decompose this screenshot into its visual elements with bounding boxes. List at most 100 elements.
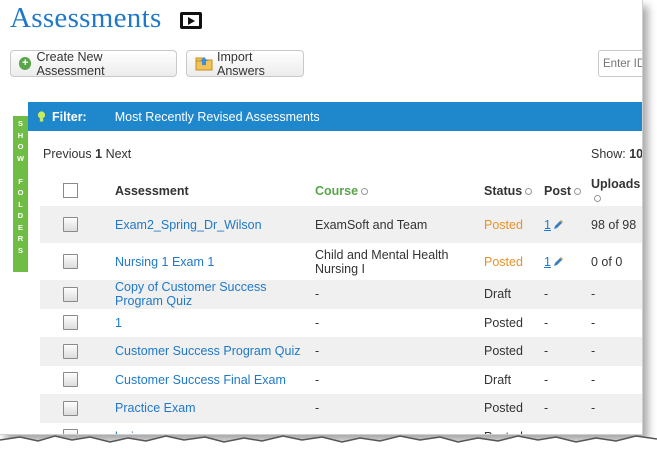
row-select-cell <box>40 280 115 309</box>
page-size-selected: 10 <box>629 147 643 161</box>
post-cell: - <box>544 280 591 309</box>
post-cell: - <box>544 337 591 366</box>
row-select-cell <box>40 206 115 243</box>
assessments-table: Assessment Course Status Post Uploads Ex… <box>40 175 642 434</box>
table-row: Customer Success Program Quiz - Posted -… <box>40 337 642 366</box>
row-checkbox[interactable] <box>63 315 78 331</box>
course-cell: - <box>315 280 484 309</box>
import-answers-button[interactable]: Import Answers <box>186 49 304 78</box>
assessment-link[interactable]: Nursing 1 Exam 1 <box>115 243 315 280</box>
sidebar-letter <box>13 164 28 176</box>
post-cell: - <box>544 372 549 387</box>
previous-page-link[interactable]: Previous <box>43 147 92 161</box>
assessment-link[interactable]: 1 <box>115 309 315 338</box>
sidebar-letter: O <box>17 142 24 151</box>
row-checkbox[interactable] <box>63 217 78 232</box>
uploads-cell: - <box>591 372 596 387</box>
uploads-cell: 0 of 0 <box>591 254 623 269</box>
sidebar-letter: L <box>18 199 23 209</box>
sort-icon <box>361 187 369 195</box>
page-size-selector: Show: 10 | 25 <box>591 147 643 161</box>
uploads-cell: - <box>591 337 642 366</box>
status-cell: Posted <box>484 206 544 243</box>
table-header-row: Assessment Course Status Post Uploads <box>40 175 642 206</box>
assessment-link[interactable]: Customer Success Final Exam <box>115 366 315 395</box>
course-cell: - <box>315 372 320 387</box>
post-count-link[interactable]: 1 <box>544 255 551 269</box>
row-select-cell <box>40 366 115 395</box>
plus-icon: + <box>19 57 32 70</box>
table-row: 1 - Posted - - <box>40 309 642 338</box>
page-title: Assessments <box>10 2 162 34</box>
filter-label: Filter: <box>52 109 87 124</box>
header-status[interactable]: Status <box>484 175 544 206</box>
course-cell: - <box>315 394 484 423</box>
post-count-link[interactable]: 1 <box>544 218 551 232</box>
sidebar-letter: W <box>16 153 25 163</box>
header-post[interactable]: Post <box>544 175 591 206</box>
post-cell: 1 <box>544 206 591 243</box>
import-button-label: Import Answers <box>217 49 265 78</box>
app-window: Assessments + Create New Assessment Impo… <box>0 0 643 435</box>
row-checkbox[interactable] <box>63 343 78 359</box>
header-uploads[interactable]: Uploads <box>591 175 642 206</box>
header-assessment[interactable]: Assessment <box>115 175 315 206</box>
row-checkbox[interactable] <box>63 286 78 302</box>
folder-import-icon <box>195 56 213 71</box>
row-checkbox[interactable] <box>63 372 78 388</box>
header-course[interactable]: Course <box>315 175 484 206</box>
filter-bar[interactable]: Filter: Most Recently Revised Assessment… <box>28 102 642 131</box>
assessment-link[interactable]: Copy of Customer Success Program Quiz <box>115 280 315 309</box>
sidebar-letter: S <box>17 245 23 255</box>
sidebar-letter: H <box>17 130 24 140</box>
row-select-cell <box>40 243 115 280</box>
select-all-checkbox[interactable] <box>63 183 78 198</box>
course-cell: Child and Mental Health Nursing I <box>315 247 449 276</box>
pencil-icon[interactable] <box>552 256 564 268</box>
sort-icon <box>594 194 601 202</box>
sidebar-letter: R <box>17 234 24 243</box>
post-cell: 1 <box>544 243 591 280</box>
status-cell: Posted <box>484 315 523 330</box>
assessment-link[interactable]: Customer Success Program Quiz <box>115 337 315 366</box>
sidebar-letter: D <box>17 211 24 220</box>
uploads-cell: - <box>591 280 642 309</box>
table-row: Exam2_Spring_Dr_Wilson ExamSoft and Team… <box>40 206 642 243</box>
course-cell: - <box>315 315 320 330</box>
status-cell: Posted <box>484 394 544 423</box>
status-cell: Posted <box>484 254 523 269</box>
uploads-cell: 98 of 98 <box>591 206 642 243</box>
torn-edge <box>0 435 657 450</box>
create-new-assessment-button[interactable]: + Create New Assessment <box>10 49 177 78</box>
sidebar-letter: E <box>17 222 23 232</box>
show-label: Show: <box>591 147 626 161</box>
video-tutorial-icon[interactable] <box>180 12 202 29</box>
row-select-cell <box>40 309 115 338</box>
pagination: Previous 1 Next <box>43 147 131 161</box>
filter-value[interactable]: Most Recently Revised Assessments <box>115 110 320 124</box>
status-cell: Draft <box>484 372 512 387</box>
create-button-label: Create New Assessment <box>36 49 105 78</box>
header-select-cell <box>40 175 115 206</box>
show-folders-toggle[interactable]: S H O W F O L D E R S <box>13 116 28 272</box>
next-page-link[interactable]: Next <box>106 147 132 161</box>
course-cell: ExamSoft and Team <box>315 206 484 243</box>
table-row: Nursing 1 Exam 1 Child and Mental Health… <box>40 243 642 280</box>
status-cell: Posted <box>484 337 544 366</box>
table-row: Customer Success Final Exam - Draft - - <box>40 366 642 395</box>
row-checkbox[interactable] <box>63 254 78 269</box>
uploads-cell: - <box>591 315 596 330</box>
pencil-icon[interactable] <box>552 219 564 231</box>
row-checkbox[interactable] <box>63 400 78 416</box>
lightbulb-icon <box>37 110 46 123</box>
row-select-cell <box>40 337 115 366</box>
assessment-link[interactable]: Practice Exam <box>115 394 315 423</box>
row-select-cell <box>40 394 115 423</box>
status-cell: Draft <box>484 280 544 309</box>
table-row: Copy of Customer Success Program Quiz - … <box>40 280 642 309</box>
post-cell: - <box>544 394 591 423</box>
id-search-input[interactable] <box>598 50 642 77</box>
post-cell: - <box>544 315 549 330</box>
assessment-link[interactable]: Exam2_Spring_Dr_Wilson <box>115 206 315 243</box>
sort-icon <box>525 187 533 195</box>
